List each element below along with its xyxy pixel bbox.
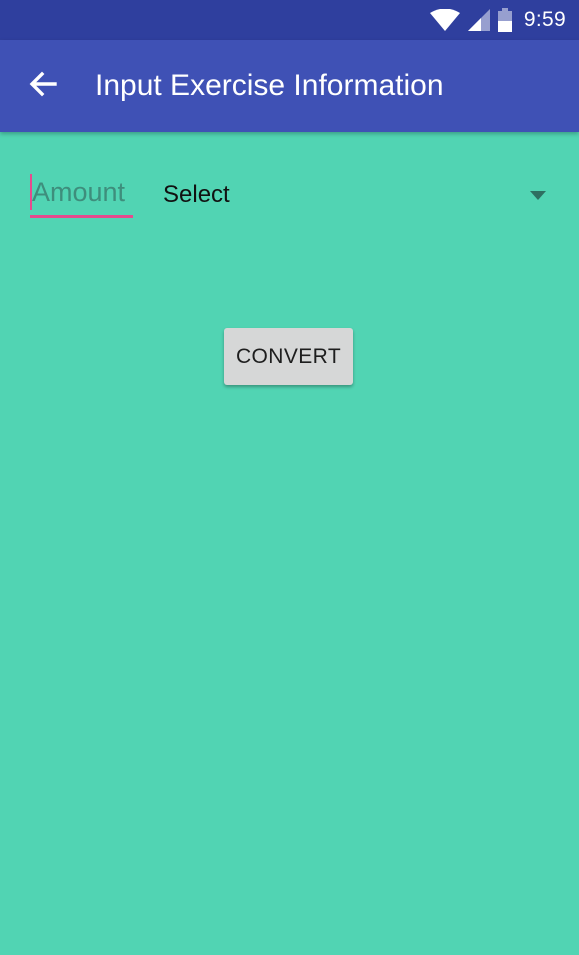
back-button[interactable]	[0, 40, 86, 132]
battery-icon	[497, 8, 512, 32]
clock-time: 9:59	[523, 8, 566, 31]
dropdown-triangle-icon	[530, 190, 546, 200]
amount-input[interactable]	[30, 170, 133, 218]
arrow-left-icon	[29, 71, 57, 102]
cell-signal-icon	[467, 9, 490, 31]
app-bar: Input Exercise Information	[0, 40, 579, 132]
status-bar: 9:59	[0, 0, 579, 40]
wifi-icon	[429, 9, 460, 31]
select-label: Select	[163, 181, 230, 208]
unit-select-dropdown[interactable]: Select	[163, 170, 558, 220]
page-title: Input Exercise Information	[95, 69, 444, 102]
convert-button[interactable]: CONVERT	[224, 328, 353, 385]
